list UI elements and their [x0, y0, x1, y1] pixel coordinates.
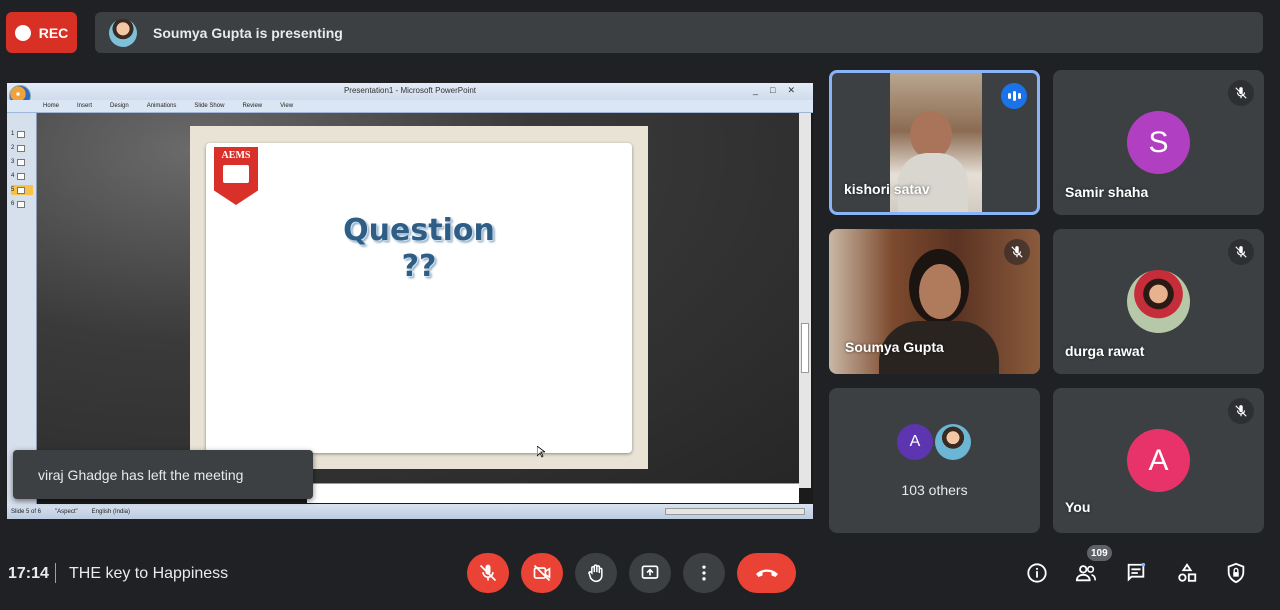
mic-off-icon [1228, 398, 1254, 424]
status-slide: Slide 5 of 6 [11, 508, 42, 515]
ribbon-tab: Design [110, 103, 129, 109]
people-icon [1075, 565, 1096, 582]
ribbon-tab: Insert [77, 103, 93, 109]
ribbon-tab: Home [43, 103, 60, 109]
self-name: You [1065, 499, 1091, 515]
raise-hand-button[interactable] [575, 553, 617, 593]
recording-indicator[interactable]: REC [6, 12, 77, 53]
status-language: English (India) [91, 508, 130, 515]
others-avatar: A [897, 424, 933, 460]
participant-photo [1127, 270, 1190, 333]
participant-name: durga rawat [1065, 343, 1145, 359]
more-vert-icon [702, 565, 706, 581]
hang-up-icon [755, 569, 778, 577]
window-controls-icon: _□✕ [753, 85, 807, 95]
slide-title: Question ?? [206, 213, 632, 285]
people-button[interactable] [1074, 561, 1098, 585]
chat-button[interactable] [1124, 561, 1148, 585]
recording-label: REC [38, 24, 69, 41]
slide-thumb: 1 [11, 129, 33, 139]
camera-off-icon [533, 564, 551, 582]
divider [55, 563, 56, 583]
ribbon-tab: Review [242, 103, 263, 109]
ppt-scrollbar [799, 113, 811, 488]
shield-lock-icon [1227, 562, 1245, 584]
meeting-time: 17:14 [8, 565, 49, 582]
notes-pane [307, 483, 799, 503]
participant-name: Soumya Gupta [845, 339, 944, 355]
participant-name: Samir shaha [1065, 184, 1149, 200]
mic-off-icon [1004, 239, 1030, 265]
self-tile[interactable]: A You [1053, 388, 1264, 533]
activities-button[interactable] [1175, 561, 1199, 585]
slide-title-line1: Question [343, 213, 495, 248]
chat-icon [1127, 562, 1146, 582]
camera-toggle-button[interactable] [521, 553, 563, 593]
ribbon-tab: View [280, 103, 294, 109]
status-theme: "Aspect" [55, 508, 78, 515]
meeting-title: THE key to Happiness [69, 565, 229, 582]
speaking-indicator-icon [1001, 83, 1027, 109]
present-screen-button[interactable] [629, 553, 671, 593]
presenter-avatar [109, 18, 137, 47]
ppt-window-title: Presentation1 - Microsoft PowerPoint [343, 86, 477, 95]
slide-title-line2: ?? [401, 249, 437, 284]
presenting-text: Soumya Gupta is presenting [153, 24, 343, 41]
slide-thumb: 2 [11, 143, 33, 153]
slide-thumb: 3 [11, 157, 33, 167]
slide-thumb-active: 5 [11, 185, 33, 195]
host-controls-button[interactable] [1224, 561, 1248, 585]
leave-call-button[interactable] [737, 553, 796, 593]
participant-tile[interactable]: S Samir shaha [1053, 70, 1264, 215]
meeting-details-button[interactable] [1025, 561, 1049, 585]
people-count-badge: 109 [1087, 545, 1112, 561]
record-icon [14, 24, 31, 41]
mouse-cursor-icon [537, 446, 545, 458]
ppt-ribbon: Home Insert Design Animations Slide Show… [7, 100, 813, 113]
participant-name: kishori satav [844, 181, 930, 197]
others-photo [935, 424, 971, 460]
shapes-icon [1178, 563, 1197, 582]
participant-tile[interactable]: Soumya Gupta [829, 229, 1040, 374]
participant-tile[interactable]: durga rawat [1053, 229, 1264, 374]
present-icon [641, 565, 659, 579]
notification-toast: viraj Ghadge has left the meeting [13, 450, 313, 499]
hand-icon [588, 564, 603, 583]
self-avatar: A [1127, 429, 1190, 492]
ribbon-tab: Animations [146, 103, 177, 109]
slide-thumb: 6 [11, 199, 33, 209]
zoom-slider [665, 508, 805, 515]
mic-off-icon [479, 564, 497, 582]
ppt-statusbar: Slide 5 of 6 "Aspect" English (India) [7, 504, 813, 519]
others-count: 103 others [901, 482, 968, 498]
slide: AEMS Question ?? [206, 143, 632, 458]
participant-tile[interactable]: kishori satav [829, 70, 1040, 215]
mic-off-icon [1228, 239, 1254, 265]
others-tile[interactable]: A 103 others [829, 388, 1040, 533]
mic-off-icon [1228, 80, 1254, 106]
presenting-banner: Soumya Gupta is presenting [95, 12, 1263, 53]
ribbon-tab: Slide Show [194, 103, 225, 109]
aems-logo: AEMS [214, 147, 258, 205]
info-icon [1027, 563, 1047, 583]
mic-toggle-button[interactable] [467, 553, 509, 593]
participant-avatar: S [1127, 111, 1190, 174]
slide-thumb: 4 [11, 171, 33, 181]
ppt-titlebar: Presentation1 - Microsoft PowerPoint _□✕ [7, 83, 813, 100]
more-options-button[interactable] [683, 553, 725, 593]
